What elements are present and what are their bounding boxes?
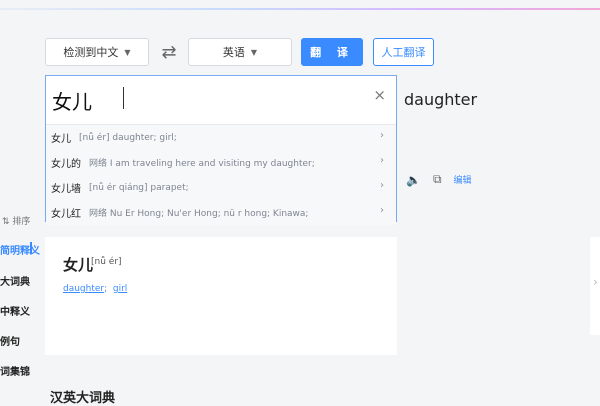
sort-icon: ⇅ — [2, 217, 10, 227]
sort-tab[interactable]: ⇅ 排序 — [2, 214, 30, 227]
side-card: › — [590, 237, 600, 335]
sidebar-item-dictionary[interactable]: 大词典 — [0, 273, 30, 288]
sort-label: 排序 — [12, 217, 31, 227]
target-language-label: 英语 — [222, 46, 245, 59]
suggestion-detail: 网络 I am traveling here and visiting my d… — [89, 159, 315, 169]
source-language-label: 检测到中文 — [63, 46, 119, 59]
text-caret — [123, 87, 124, 109]
sidebar-item-examples[interactable]: 例句 — [0, 333, 20, 348]
copy-icon[interactable]: ⧉ — [433, 172, 442, 187]
source-text-panel[interactable]: 女儿 × 女儿 [nǚ ér] daughter; girl; › 女儿的 网络… — [45, 75, 397, 225]
suggestion-item[interactable]: 女儿红 网络 Nu Er Hong; Nu'er Hong; nü r hong… — [46, 200, 396, 225]
translation-result: daughter — [404, 90, 478, 109]
entry-pinyin: [nǚ ér] — [91, 257, 122, 267]
sidebar-item-concise[interactable]: 简明释义 — [0, 242, 40, 257]
chevron-right-icon: › — [380, 155, 384, 166]
suggestion-word: 女儿红 — [51, 209, 81, 220]
suggestion-item[interactable]: 女儿墙 [nǚ ér qiáng] parapet; › — [46, 175, 396, 200]
source-text-input[interactable]: 女儿 — [52, 86, 92, 115]
chevron-right-icon[interactable]: › — [593, 275, 598, 289]
chevron-down-icon: ▼ — [124, 47, 131, 57]
dictionary-card: 女儿 [nǚ ér] daughter; girl — [45, 237, 397, 355]
top-gradient-line — [0, 8, 600, 10]
speaker-icon[interactable]: 🔈 — [406, 173, 421, 187]
suggestion-item[interactable]: 女儿 [nǚ ér] daughter; girl; › — [46, 125, 396, 150]
sidebar-item-collection[interactable]: 词集锦 — [0, 363, 30, 378]
human-translation-button[interactable]: 人工翻译 — [373, 38, 434, 66]
target-language-dropdown[interactable]: 英语 ▼ — [188, 38, 292, 66]
entry-meanings: daughter; girl — [63, 284, 128, 294]
entry-word: 女儿 — [63, 256, 94, 274]
swap-language-icon[interactable]: ⇄ — [160, 38, 178, 66]
edit-link[interactable]: 编辑 — [454, 173, 472, 186]
suggestion-detail: [nǚ ér qiáng] parapet; — [89, 182, 189, 193]
meaning-link[interactable]: daughter — [63, 284, 104, 294]
meaning-link[interactable]: girl — [113, 284, 127, 294]
clear-icon[interactable]: × — [373, 86, 386, 104]
translate-button[interactable]: 翻 译 — [301, 38, 363, 66]
suggestion-list: 女儿 [nǚ ér] daughter; girl; › 女儿的 网络 I am… — [46, 124, 396, 225]
translation-tools: 🔈 ⧉ 编辑 — [406, 172, 472, 187]
chevron-right-icon: › — [380, 205, 384, 216]
suggestion-word: 女儿的 — [51, 159, 81, 170]
chevron-right-icon: › — [380, 180, 384, 191]
source-language-dropdown[interactable]: 检测到中文 ▼ — [45, 38, 149, 66]
suggestion-detail: [nǚ ér] daughter; girl; — [79, 132, 177, 143]
section-title: 汉英大词典 — [50, 391, 116, 406]
chevron-right-icon: › — [380, 130, 384, 141]
suggestion-detail: 网络 Nu Er Hong; Nu'er Hong; nü r hong; Ki… — [89, 209, 309, 219]
chevron-down-icon: ▼ — [250, 47, 258, 57]
suggestion-word: 女儿 — [51, 134, 71, 145]
sidebar-item-zh-meaning[interactable]: 中释义 — [0, 303, 30, 318]
suggestion-word: 女儿墙 — [51, 184, 81, 195]
active-tab-indicator — [30, 242, 32, 254]
suggestion-item[interactable]: 女儿的 网络 I am traveling here and visiting … — [46, 150, 396, 175]
